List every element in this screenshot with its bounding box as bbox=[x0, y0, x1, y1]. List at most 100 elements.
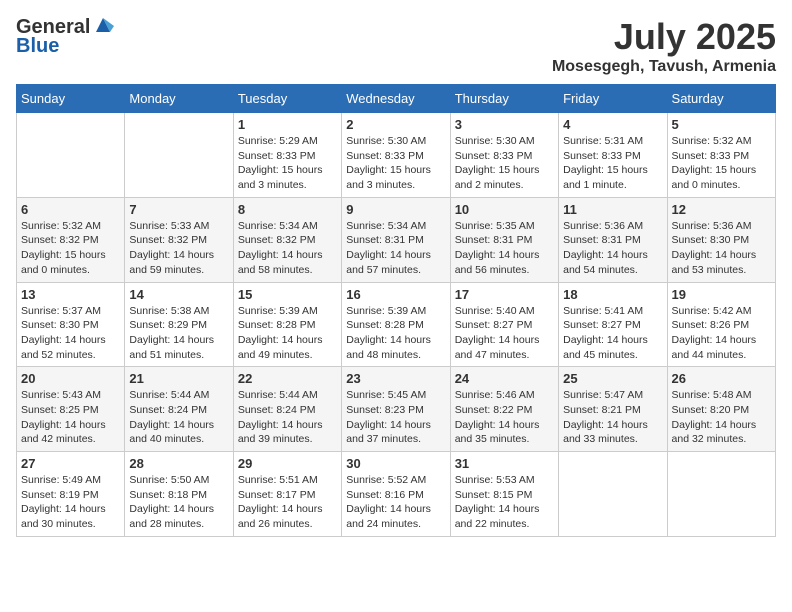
day-info: Sunrise: 5:50 AMSunset: 8:18 PMDaylight:… bbox=[129, 473, 228, 532]
day-number: 13 bbox=[21, 287, 120, 302]
day-number: 4 bbox=[563, 117, 662, 132]
day-number: 1 bbox=[238, 117, 337, 132]
day-number: 29 bbox=[238, 456, 337, 471]
weekday-header-thursday: Thursday bbox=[450, 85, 558, 113]
day-info: Sunrise: 5:29 AMSunset: 8:33 PMDaylight:… bbox=[238, 134, 337, 193]
calendar-day-cell: 25 Sunrise: 5:47 AMSunset: 8:21 PMDayligh… bbox=[559, 367, 667, 452]
calendar-day-cell: 16 Sunrise: 5:39 AMSunset: 8:28 PMDayligh… bbox=[342, 282, 450, 367]
day-info: Sunrise: 5:42 AMSunset: 8:26 PMDaylight:… bbox=[672, 304, 771, 363]
logo-icon bbox=[92, 14, 114, 36]
calendar-day-cell: 20 Sunrise: 5:43 AMSunset: 8:25 PMDayligh… bbox=[17, 367, 125, 452]
calendar-day-cell: 23Sunrise: 5:45 AMSunset: 8:23 PMDayligh… bbox=[342, 367, 450, 452]
day-number: 5 bbox=[672, 117, 771, 132]
month-title: July 2025 bbox=[552, 16, 776, 58]
day-number: 15 bbox=[238, 287, 337, 302]
weekday-header-monday: Monday bbox=[125, 85, 233, 113]
day-info: Sunrise: 5:47 AMSunset: 8:21 PMDaylight:… bbox=[563, 388, 662, 447]
page-header: General Blue July 2025 Mosesgegh, Tavush… bbox=[16, 16, 776, 76]
day-info: Sunrise: 5:51 AMSunset: 8:17 PMDaylight:… bbox=[238, 473, 337, 532]
day-info: Sunrise: 5:32 AMSunset: 8:32 PMDaylight:… bbox=[21, 219, 120, 278]
calendar-day-cell bbox=[667, 452, 775, 537]
day-number: 27 bbox=[21, 456, 120, 471]
day-info: Sunrise: 5:53 AMSunset: 8:15 PMDaylight:… bbox=[455, 473, 554, 532]
day-info: Sunrise: 5:48 AMSunset: 8:20 PMDaylight:… bbox=[672, 388, 771, 447]
calendar-day-cell: 19 Sunrise: 5:42 AMSunset: 8:26 PMDayligh… bbox=[667, 282, 775, 367]
day-info: Sunrise: 5:39 AMSunset: 8:28 PMDaylight:… bbox=[346, 304, 445, 363]
weekday-header-saturday: Saturday bbox=[667, 85, 775, 113]
calendar-day-cell: 4 Sunrise: 5:31 AMSunset: 8:33 PMDaylight… bbox=[559, 113, 667, 198]
calendar-table: SundayMondayTuesdayWednesdayThursdayFrid… bbox=[16, 84, 776, 537]
calendar-day-cell: 22Sunrise: 5:44 AMSunset: 8:24 PMDayligh… bbox=[233, 367, 341, 452]
day-info: Sunrise: 5:43 AMSunset: 8:25 PMDaylight:… bbox=[21, 388, 120, 447]
calendar-day-cell: 10Sunrise: 5:35 AMSunset: 8:31 PMDayligh… bbox=[450, 197, 558, 282]
day-number: 11 bbox=[563, 202, 662, 217]
day-info: Sunrise: 5:36 AMSunset: 8:31 PMDaylight:… bbox=[563, 219, 662, 278]
day-info: Sunrise: 5:36 AMSunset: 8:30 PMDaylight:… bbox=[672, 219, 771, 278]
calendar-day-cell bbox=[559, 452, 667, 537]
day-number: 25 bbox=[563, 371, 662, 386]
calendar-day-cell bbox=[17, 113, 125, 198]
title-block: July 2025 Mosesgegh, Tavush, Armenia bbox=[552, 16, 776, 76]
logo-blue-text: Blue bbox=[16, 35, 59, 58]
day-number: 18 bbox=[563, 287, 662, 302]
day-info: Sunrise: 5:44 AMSunset: 8:24 PMDaylight:… bbox=[129, 388, 228, 447]
weekday-header-sunday: Sunday bbox=[17, 85, 125, 113]
weekday-header-tuesday: Tuesday bbox=[233, 85, 341, 113]
calendar-day-cell: 12 Sunrise: 5:36 AMSunset: 8:30 PMDayligh… bbox=[667, 197, 775, 282]
calendar-day-cell: 7Sunrise: 5:33 AMSunset: 8:32 PMDaylight… bbox=[125, 197, 233, 282]
calendar-day-cell: 15 Sunrise: 5:39 AMSunset: 8:28 PMDayligh… bbox=[233, 282, 341, 367]
day-number: 12 bbox=[672, 202, 771, 217]
calendar-day-cell: 24Sunrise: 5:46 AMSunset: 8:22 PMDayligh… bbox=[450, 367, 558, 452]
day-info: Sunrise: 5:34 AMSunset: 8:31 PMDaylight:… bbox=[346, 219, 445, 278]
day-number: 8 bbox=[238, 202, 337, 217]
day-number: 3 bbox=[455, 117, 554, 132]
calendar-day-cell: 11 Sunrise: 5:36 AMSunset: 8:31 PMDayligh… bbox=[559, 197, 667, 282]
day-info: Sunrise: 5:34 AMSunset: 8:32 PMDaylight:… bbox=[238, 219, 337, 278]
day-number: 7 bbox=[129, 202, 228, 217]
day-number: 20 bbox=[21, 371, 120, 386]
day-number: 6 bbox=[21, 202, 120, 217]
day-number: 16 bbox=[346, 287, 445, 302]
calendar-week-row: 6 Sunrise: 5:32 AMSunset: 8:32 PMDaylight… bbox=[17, 197, 776, 282]
calendar-day-cell: 27Sunrise: 5:49 AMSunset: 8:19 PMDayligh… bbox=[17, 452, 125, 537]
weekday-header-friday: Friday bbox=[559, 85, 667, 113]
logo: General Blue bbox=[16, 16, 114, 58]
day-number: 31 bbox=[455, 456, 554, 471]
day-info: Sunrise: 5:32 AMSunset: 8:33 PMDaylight:… bbox=[672, 134, 771, 193]
day-number: 21 bbox=[129, 371, 228, 386]
calendar-week-row: 20 Sunrise: 5:43 AMSunset: 8:25 PMDayligh… bbox=[17, 367, 776, 452]
day-info: Sunrise: 5:39 AMSunset: 8:28 PMDaylight:… bbox=[238, 304, 337, 363]
calendar-day-cell: 31 Sunrise: 5:53 AMSunset: 8:15 PMDayligh… bbox=[450, 452, 558, 537]
weekday-header-wednesday: Wednesday bbox=[342, 85, 450, 113]
calendar-day-cell bbox=[125, 113, 233, 198]
weekday-header-row: SundayMondayTuesdayWednesdayThursdayFrid… bbox=[17, 85, 776, 113]
calendar-day-cell: 3 Sunrise: 5:30 AMSunset: 8:33 PMDaylight… bbox=[450, 113, 558, 198]
day-number: 2 bbox=[346, 117, 445, 132]
calendar-day-cell: 21 Sunrise: 5:44 AMSunset: 8:24 PMDayligh… bbox=[125, 367, 233, 452]
calendar-day-cell: 17Sunrise: 5:40 AMSunset: 8:27 PMDayligh… bbox=[450, 282, 558, 367]
calendar-day-cell: 5 Sunrise: 5:32 AMSunset: 8:33 PMDaylight… bbox=[667, 113, 775, 198]
calendar-day-cell: 18 Sunrise: 5:41 AMSunset: 8:27 PMDayligh… bbox=[559, 282, 667, 367]
calendar-day-cell: 8 Sunrise: 5:34 AMSunset: 8:32 PMDaylight… bbox=[233, 197, 341, 282]
day-info: Sunrise: 5:35 AMSunset: 8:31 PMDaylight:… bbox=[455, 219, 554, 278]
day-number: 23 bbox=[346, 371, 445, 386]
day-number: 19 bbox=[672, 287, 771, 302]
calendar-week-row: 27Sunrise: 5:49 AMSunset: 8:19 PMDayligh… bbox=[17, 452, 776, 537]
day-number: 22 bbox=[238, 371, 337, 386]
day-info: Sunrise: 5:30 AMSunset: 8:33 PMDaylight:… bbox=[455, 134, 554, 193]
day-number: 14 bbox=[129, 287, 228, 302]
calendar-day-cell: 28Sunrise: 5:50 AMSunset: 8:18 PMDayligh… bbox=[125, 452, 233, 537]
calendar-day-cell: 13Sunrise: 5:37 AMSunset: 8:30 PMDayligh… bbox=[17, 282, 125, 367]
day-info: Sunrise: 5:40 AMSunset: 8:27 PMDaylight:… bbox=[455, 304, 554, 363]
day-info: Sunrise: 5:30 AMSunset: 8:33 PMDaylight:… bbox=[346, 134, 445, 193]
day-number: 26 bbox=[672, 371, 771, 386]
calendar-day-cell: 9 Sunrise: 5:34 AMSunset: 8:31 PMDaylight… bbox=[342, 197, 450, 282]
day-number: 24 bbox=[455, 371, 554, 386]
calendar-day-cell: 29 Sunrise: 5:51 AMSunset: 8:17 PMDayligh… bbox=[233, 452, 341, 537]
day-number: 9 bbox=[346, 202, 445, 217]
day-info: Sunrise: 5:31 AMSunset: 8:33 PMDaylight:… bbox=[563, 134, 662, 193]
day-number: 30 bbox=[346, 456, 445, 471]
day-info: Sunrise: 5:41 AMSunset: 8:27 PMDaylight:… bbox=[563, 304, 662, 363]
calendar-day-cell: 6 Sunrise: 5:32 AMSunset: 8:32 PMDaylight… bbox=[17, 197, 125, 282]
day-info: Sunrise: 5:38 AMSunset: 8:29 PMDaylight:… bbox=[129, 304, 228, 363]
